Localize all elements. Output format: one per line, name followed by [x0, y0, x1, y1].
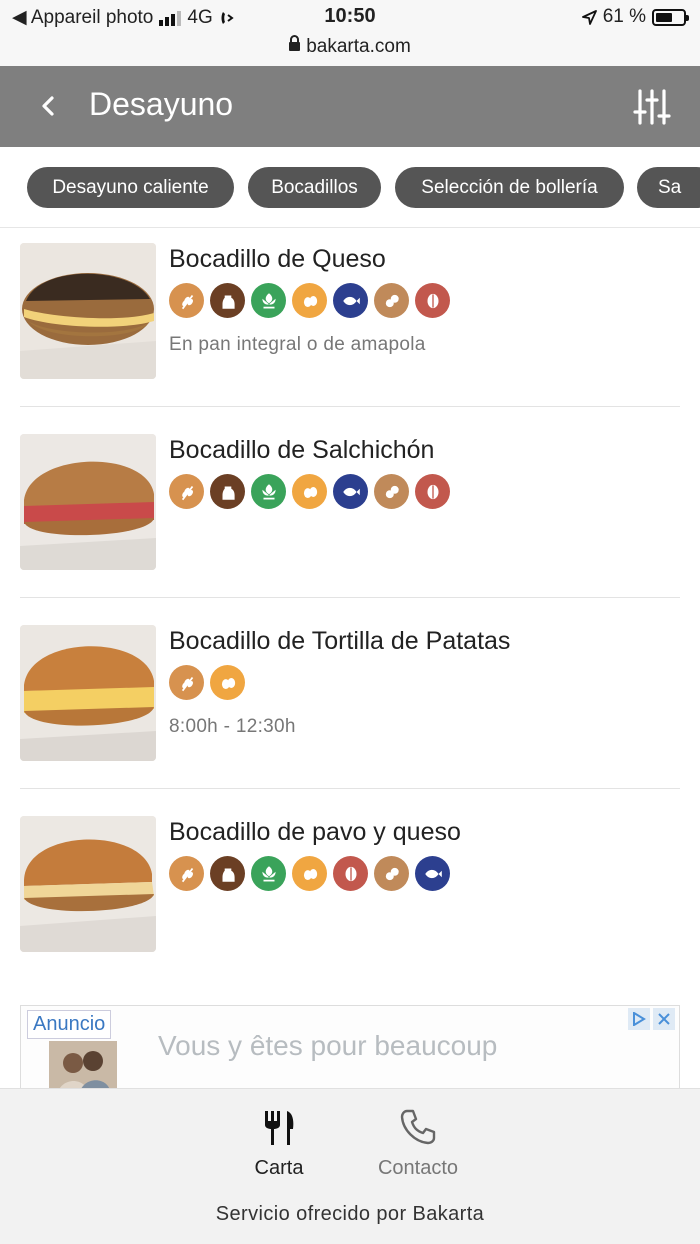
page-title: Desayuno: [89, 86, 234, 122]
ad-image: [49, 1041, 117, 1094]
credit-text: Servicio ofrecido por Bakarta: [215, 1203, 485, 1225]
egg-icon: [292, 856, 327, 891]
battery-percentage: 61 %: [602, 6, 646, 27]
item-name: Bocadillo de Queso: [169, 245, 386, 273]
menu-item[interactable]: Bocadillo de Tortilla de Patatas 8:00h -…: [20, 625, 680, 789]
battery-icon: [652, 8, 689, 26]
ad-close-icon[interactable]: [653, 1008, 675, 1030]
milk-jug-icon: [210, 474, 245, 509]
chip-bocadillos[interactable]: Bocadillos: [248, 167, 381, 208]
nut-icon: [415, 474, 450, 509]
milk-jug-icon: [210, 856, 245, 891]
status-bar: ◀ Appareil photo 4G 10:50 61 %: [0, 0, 700, 36]
item-name: Bocadillo de Tortilla de Patatas: [169, 627, 511, 655]
allergen-list: [169, 665, 245, 700]
wheat-icon: [169, 474, 204, 509]
menu-item[interactable]: Bocadillo de pavo y queso: [20, 816, 680, 980]
chip-seleccion-bolleria[interactable]: Selección de bollería: [395, 167, 624, 208]
chip-partial[interactable]: Sa: [637, 167, 700, 208]
bottom-nav: Carta Contacto Servicio ofrecido por Bak…: [0, 1088, 700, 1244]
ad-banner[interactable]: Anuncio Vous y êtes pour beaucoup: [20, 1005, 680, 1095]
nut-icon: [415, 283, 450, 318]
url-bar[interactable]: bakarta.com: [0, 35, 700, 66]
allergen-list: [169, 474, 450, 509]
allergen-list: [169, 856, 450, 891]
tab-carta-label: Carta: [254, 1157, 304, 1179]
egg-icon: [292, 474, 327, 509]
item-photo: [20, 816, 156, 952]
tab-contacto[interactable]: Contacto: [368, 1107, 468, 1180]
back-chevron-icon[interactable]: [34, 90, 62, 122]
page-header: Desayuno: [0, 66, 700, 147]
menu-item[interactable]: Bocadillo de Salchichón: [20, 434, 680, 598]
ad-label: Anuncio: [27, 1010, 112, 1039]
peanut-icon: [374, 283, 409, 318]
category-chip-bar[interactable]: Desayuno caliente Bocadillos Selección d…: [0, 147, 700, 228]
location-arrow-icon: [581, 9, 597, 25]
item-photo: [20, 625, 156, 761]
status-right: 61 %: [581, 6, 689, 28]
celery-icon: [251, 474, 286, 509]
fish-icon: [333, 474, 368, 509]
phone-icon: [400, 1109, 436, 1145]
item-photo: [20, 243, 156, 379]
menu-item[interactable]: Bocadillo de Queso En pan integral o de …: [20, 243, 680, 407]
ad-text: Vous y êtes pour beaucoup: [158, 1030, 498, 1061]
fish-icon: [333, 283, 368, 318]
celery-icon: [251, 856, 286, 891]
milk-jug-icon: [210, 283, 245, 318]
tab-carta[interactable]: Carta: [239, 1107, 319, 1180]
lock-icon: [289, 35, 301, 51]
nut-icon: [333, 856, 368, 891]
allergen-list: [169, 283, 450, 318]
item-description: En pan integral o de amapola: [169, 334, 426, 355]
peanut-icon: [374, 856, 409, 891]
fork-knife-icon: [265, 1111, 294, 1145]
item-description: 8:00h - 12:30h: [169, 716, 296, 737]
ad-choices-icon[interactable]: [628, 1008, 650, 1030]
chip-desayuno-caliente[interactable]: Desayuno caliente: [27, 167, 234, 208]
sliders-icon[interactable]: [632, 88, 672, 126]
wheat-icon: [169, 665, 204, 700]
peanut-icon: [374, 474, 409, 509]
wheat-icon: [169, 283, 204, 318]
egg-icon: [292, 283, 327, 318]
url-text: bakarta.com: [306, 36, 411, 57]
egg-icon: [210, 665, 245, 700]
fish-icon: [415, 856, 450, 891]
wheat-icon: [169, 856, 204, 891]
celery-icon: [251, 283, 286, 318]
item-name: Bocadillo de pavo y queso: [169, 818, 461, 846]
tab-contacto-label: Contacto: [377, 1157, 459, 1179]
item-name: Bocadillo de Salchichón: [169, 436, 435, 464]
item-photo: [20, 434, 156, 570]
